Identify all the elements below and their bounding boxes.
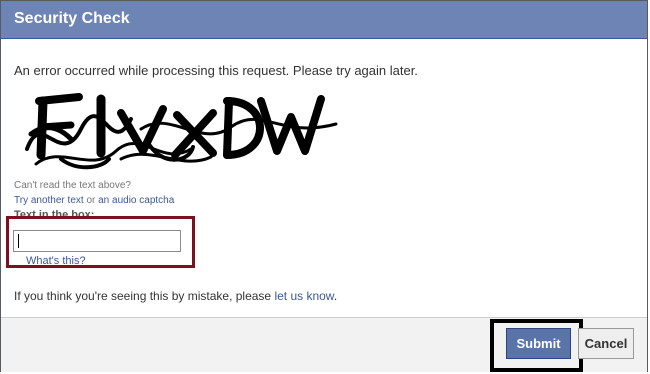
mistake-message: If you think you're seeing this by mista… xyxy=(14,289,337,303)
audio-captcha-link[interactable]: an audio captcha xyxy=(98,195,174,206)
captcha-answer-input[interactable] xyxy=(13,230,181,252)
cancel-button[interactable]: Cancel xyxy=(578,328,634,359)
captcha-alternatives: Try another text or an audio captcha xyxy=(14,195,174,206)
captcha-image xyxy=(25,93,338,170)
text-caret xyxy=(18,234,19,248)
error-message: An error occurred while processing this … xyxy=(14,63,418,78)
mistake-suffix: . xyxy=(333,289,338,303)
mistake-text: If you think you're seeing this by mista… xyxy=(14,289,275,303)
whats-this-link[interactable]: What's this? xyxy=(26,255,86,267)
let-us-know-link[interactable]: let us know xyxy=(274,289,333,303)
or-separator: or xyxy=(83,195,99,206)
security-check-dialog: Security Check An error occurred while p… xyxy=(0,0,648,372)
cant-read-text: Can't read the text above? xyxy=(14,180,131,191)
try-another-text-link[interactable]: Try another text xyxy=(14,195,84,206)
dialog-title: Security Check xyxy=(14,10,130,27)
submit-button[interactable]: Submit xyxy=(506,328,571,359)
dialog-title-bar: Security Check xyxy=(1,1,647,39)
